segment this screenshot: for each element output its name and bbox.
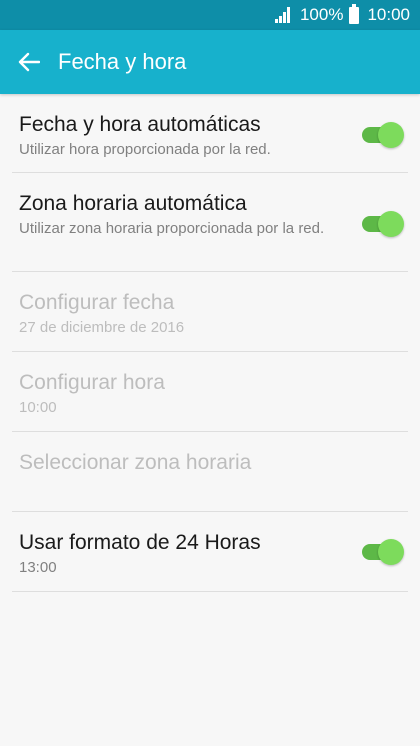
auto-date-time-toggle[interactable] xyxy=(362,122,404,148)
battery-percent: 100% xyxy=(299,5,344,24)
toggle-knob xyxy=(378,539,404,565)
setting-title: Configurar hora xyxy=(19,371,165,394)
signal-icon xyxy=(274,7,290,23)
app-bar: Fecha y hora xyxy=(0,30,420,94)
settings-list: Fecha y hora automáticas Utilizar hora p… xyxy=(0,94,420,592)
setting-title: Usar formato de 24 Horas xyxy=(19,531,261,554)
setting-set-date[interactable]: Configurar fecha 27 de diciembre de 2016 xyxy=(12,272,408,352)
back-button[interactable] xyxy=(0,30,58,94)
setting-title: Configurar fecha xyxy=(19,291,175,314)
setting-summary: Utilizar zona horaria proporcionada por … xyxy=(19,220,325,237)
setting-24-hour-format[interactable]: Usar formato de 24 Horas 13:00 xyxy=(12,512,408,592)
setting-title: Zona horaria automática xyxy=(19,192,247,215)
setting-auto-timezone[interactable]: Zona horaria automática Utilizar zona ho… xyxy=(12,173,408,272)
setting-title: Fecha y hora automáticas xyxy=(19,113,261,136)
setting-summary: 13:00 xyxy=(19,559,57,576)
toggle-knob xyxy=(378,211,404,237)
setting-summary: 27 de diciembre de 2016 xyxy=(19,319,185,336)
arrow-left-icon xyxy=(18,52,40,72)
setting-select-timezone[interactable]: Seleccionar zona horaria xyxy=(12,432,408,512)
setting-auto-date-time[interactable]: Fecha y hora automáticas Utilizar hora p… xyxy=(12,94,408,173)
auto-timezone-toggle[interactable] xyxy=(362,211,404,237)
setting-set-time[interactable]: Configurar hora 10:00 xyxy=(12,352,408,432)
status-time: 10:00 xyxy=(367,5,410,24)
24-hour-format-toggle[interactable] xyxy=(362,539,404,565)
setting-summary: 10:00 xyxy=(19,399,57,416)
setting-title: Seleccionar zona horaria xyxy=(19,451,252,474)
status-bar: 100% 10:00 xyxy=(0,0,420,30)
setting-summary: Utilizar hora proporcionada por la red. xyxy=(19,141,271,158)
page-title: Fecha y hora xyxy=(58,49,187,74)
battery-icon xyxy=(349,3,360,24)
toggle-knob xyxy=(378,122,404,148)
